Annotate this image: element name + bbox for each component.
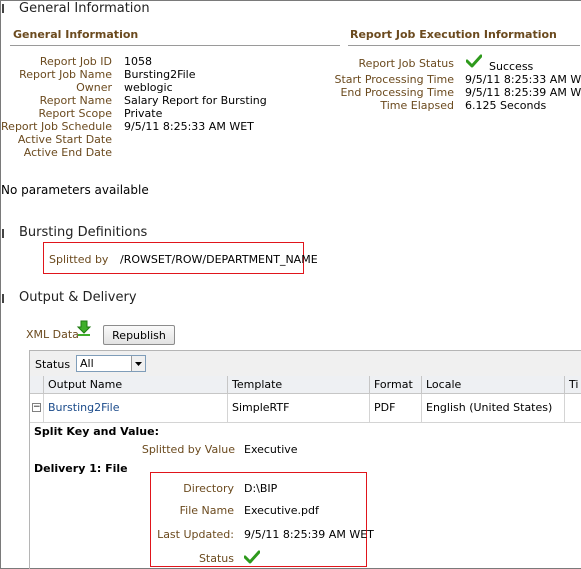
collapse-icon[interactable]: − <box>32 403 41 412</box>
exec-value-start-time: 9/5/11 8:25:33 AM WET <box>465 73 581 86</box>
field-label-job-schedule: Report Job Schedule <box>1 120 112 133</box>
template-cell: SimpleRTF <box>228 394 370 422</box>
column-header-expand <box>30 376 44 394</box>
status-filter-select[interactable]: All <box>76 355 146 372</box>
exec-label-end-time: End Processing Time <box>340 86 454 99</box>
field-label-active-end: Active End Date <box>23 146 112 159</box>
column-header-output-name[interactable]: Output Name <box>44 376 228 394</box>
column-header-format[interactable]: Format <box>370 376 422 394</box>
delivery-label-status: Status <box>198 552 234 565</box>
output-section-title: Output & Delivery <box>19 290 137 305</box>
row-expander-cell: − <box>30 394 44 422</box>
divider <box>10 45 340 46</box>
delivery-value-last-updated: 9/5/11 8:25:39 AM WET <box>244 528 374 541</box>
split-key-heading: Split Key and Value: <box>34 425 159 438</box>
field-label-active-start: Active Start Date <box>17 133 112 146</box>
section-bullet <box>2 294 4 303</box>
field-value-report-name: Salary Report for Bursting <box>124 94 267 107</box>
field-label-report-scope: Report Scope <box>38 107 112 120</box>
format-cell: PDF <box>370 394 422 422</box>
output-name-link[interactable]: Bursting2File <box>44 394 228 422</box>
bursting-section-title: Bursting Definitions <box>19 225 148 240</box>
split-value-label: Splitted by Value <box>141 443 235 456</box>
republish-button[interactable]: Republish <box>103 325 175 345</box>
dropdown-arrow-icon[interactable] <box>131 356 145 371</box>
exec-value-status: Success <box>489 60 534 73</box>
success-check-icon <box>465 54 483 71</box>
general-info-heading: General Information <box>13 28 139 41</box>
execution-info-heading: Report Job Execution Information <box>350 28 557 41</box>
bursting-label: Splitted by <box>49 253 109 266</box>
divider <box>348 45 580 46</box>
delivery-label-directory: Directory <box>183 482 234 495</box>
field-label-job-id: Report Job ID <box>39 55 112 68</box>
exec-label-start-time: Start Processing Time <box>334 73 454 86</box>
delivery-value-file-name: Executive.pdf <box>244 504 319 517</box>
field-label-owner: Owner <box>76 81 112 94</box>
delivery-value-directory: D:\BIP <box>244 482 278 495</box>
bursting-value: /ROWSET/ROW/DEPARTMENT_NAME <box>120 253 318 266</box>
exec-value-elapsed: 6.125 Seconds <box>465 99 547 112</box>
delivery-label-file-name: File Name <box>179 504 234 517</box>
field-label-report-name: Report Name <box>39 94 112 107</box>
exec-label-elapsed: Time Elapsed <box>380 99 454 112</box>
field-label-job-name: Report Job Name <box>19 68 112 81</box>
field-value-report-scope: Private <box>124 107 163 120</box>
split-value: Executive <box>244 443 298 456</box>
status-filter-label: Status <box>35 358 71 371</box>
xml-data-link[interactable]: XML Data <box>26 328 79 341</box>
general-section-title: General Information <box>19 1 150 16</box>
delivery-label-last-updated: Last Updated: <box>157 528 234 541</box>
no-parameters-message: No parameters available <box>1 183 149 197</box>
download-arrow-icon[interactable] <box>76 320 92 339</box>
field-value-owner: weblogic <box>124 81 173 94</box>
exec-label-status: Report Job Status <box>358 57 454 70</box>
column-header-locale[interactable]: Locale <box>422 376 565 394</box>
field-value-job-schedule: 9/5/11 8:25:33 AM WET <box>124 120 254 133</box>
exec-value-end-time: 9/5/11 8:25:39 AM WET <box>465 86 581 99</box>
field-value-job-name: Bursting2File <box>124 68 196 81</box>
success-check-icon <box>243 550 261 567</box>
column-header-time[interactable]: Ti <box>565 376 581 394</box>
column-header-template[interactable]: Template <box>228 376 370 394</box>
section-bullet <box>2 4 4 13</box>
field-value-job-id: 1058 <box>124 55 152 68</box>
status-filter-value: All <box>80 357 94 370</box>
delivery-heading: Delivery 1: File <box>34 462 128 475</box>
locale-cell: English (United States) <box>422 394 565 422</box>
section-bullet <box>2 229 4 238</box>
